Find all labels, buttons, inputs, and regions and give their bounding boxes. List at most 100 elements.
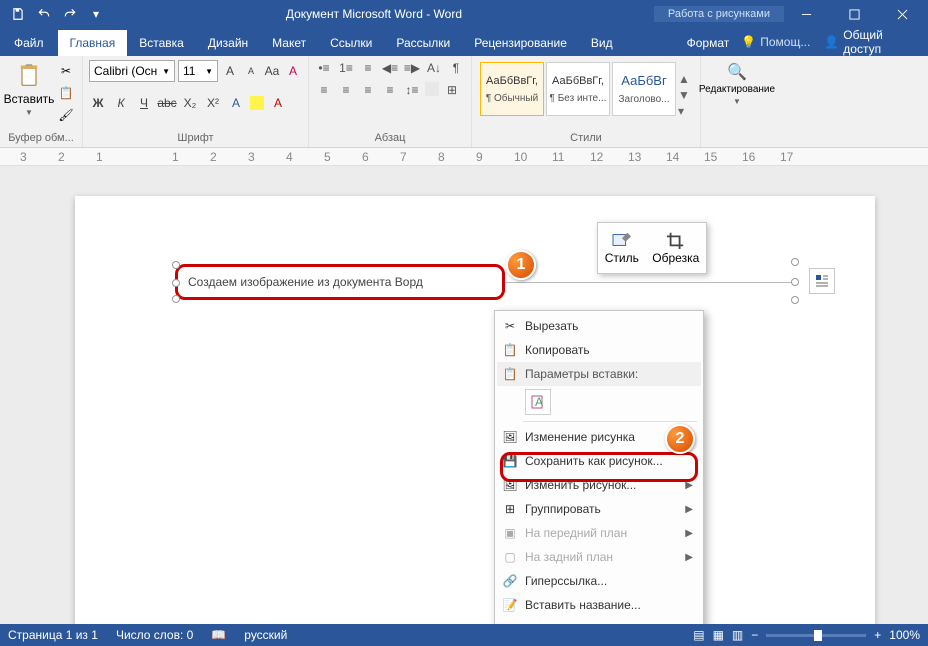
ctx-send-back: ▢На задний план▶ — [497, 545, 701, 569]
align-left-icon[interactable]: ≡ — [315, 82, 333, 98]
font-size-combo[interactable]: 11▼ — [178, 60, 218, 82]
zoom-thumb[interactable] — [814, 630, 822, 641]
layout-options-icon[interactable] — [809, 268, 835, 294]
status-words[interactable]: Число слов: 0 — [116, 628, 193, 642]
zoom-in-icon[interactable]: + — [874, 628, 881, 642]
subscript-button[interactable]: X₂ — [181, 94, 199, 112]
copy-icon[interactable]: 📋 — [56, 84, 76, 102]
style-nospacing[interactable]: АаБбВвГг, ¶ Без инте... — [546, 62, 610, 116]
resize-handle[interactable] — [172, 279, 180, 287]
font-color-icon[interactable]: A — [269, 94, 287, 112]
font-name-combo[interactable]: Calibri (Осн▼ — [89, 60, 175, 82]
minimize-icon[interactable] — [784, 0, 828, 28]
ctx-copy[interactable]: 📋Копировать — [497, 338, 701, 362]
document-workspace[interactable]: Создаем изображение из документа Ворд — [0, 166, 928, 624]
superscript-button[interactable]: X² — [204, 94, 222, 112]
ctx-cut[interactable]: ✂Вырезать — [497, 314, 701, 338]
tab-view[interactable]: Вид — [579, 30, 625, 56]
resize-handle[interactable] — [791, 296, 799, 304]
selected-textbox[interactable]: Создаем изображение из документа Ворд — [175, 264, 505, 300]
style-normal[interactable]: АаБбВвГг, ¶ Обычный — [480, 62, 544, 116]
tab-references[interactable]: Ссылки — [318, 30, 384, 56]
strike-button[interactable]: abc — [158, 94, 176, 112]
bold-button[interactable]: Ж — [89, 94, 107, 112]
ctx-hyperlink[interactable]: 🔗Гиперссылка... — [497, 569, 701, 593]
underline-button[interactable]: Ч — [135, 94, 153, 112]
chevron-right-icon: ▶ — [685, 552, 693, 563]
change-case-icon[interactable]: Aa — [263, 62, 281, 80]
zoom-value[interactable]: 100% — [889, 628, 920, 642]
crop-button[interactable]: Обрезка — [652, 231, 699, 265]
format-painter-icon[interactable]: 🖌 — [56, 106, 76, 124]
ctx-save-as-picture[interactable]: 💾Сохранить как рисунок... — [497, 449, 701, 473]
align-right-icon[interactable]: ≡ — [359, 82, 377, 98]
qat-dropdown-icon[interactable]: ▾ — [86, 4, 106, 24]
clear-formatting-icon[interactable]: A — [284, 62, 302, 80]
zoom-slider[interactable] — [766, 634, 866, 637]
view-print-icon[interactable]: ▦ — [713, 628, 724, 642]
ctx-insert-caption[interactable]: 📝Вставить название... — [497, 593, 701, 617]
save-icon[interactable] — [8, 4, 28, 24]
justify-icon[interactable]: ≡ — [381, 82, 399, 98]
text-effects-icon[interactable]: A — [227, 94, 245, 112]
close-icon[interactable] — [880, 0, 924, 28]
status-page[interactable]: Страница 1 из 1 — [8, 628, 98, 642]
tab-file[interactable]: Файл — [0, 30, 58, 56]
zoom-out-icon[interactable]: − — [751, 628, 758, 642]
increase-indent-icon[interactable]: ≡▶ — [403, 60, 421, 76]
share-button[interactable]: 👤Общий доступ — [824, 28, 914, 56]
bullets-icon[interactable]: •≡ — [315, 60, 333, 76]
highlight-color-icon[interactable] — [250, 96, 264, 110]
sort-icon[interactable]: A↓ — [425, 60, 443, 76]
ctx-group[interactable]: ⊞Группировать▶ — [497, 497, 701, 521]
styles-up-icon[interactable]: ▲ — [678, 72, 692, 86]
line-spacing-icon[interactable]: ↕≡ — [403, 82, 421, 98]
bring-front-icon: ▣ — [502, 525, 518, 541]
resize-handle[interactable] — [172, 295, 180, 303]
ruler-horizontal[interactable]: 3211234567891011121314151617 — [0, 148, 928, 166]
tell-me-search[interactable]: 💡Помощ... — [741, 35, 810, 49]
tab-layout[interactable]: Макет — [260, 30, 318, 56]
chevron-right-icon: ▶ — [685, 528, 693, 539]
styles-down-icon[interactable]: ▼ — [678, 88, 692, 102]
status-language[interactable]: русский — [244, 628, 287, 642]
tab-mailings[interactable]: Рассылки — [384, 30, 462, 56]
style-button[interactable]: Стиль — [605, 231, 639, 265]
align-center-icon[interactable]: ≡ — [337, 82, 355, 98]
page[interactable]: Создаем изображение из документа Ворд — [75, 196, 875, 624]
image-edit-icon: 🖼 — [502, 429, 518, 445]
resize-handle[interactable] — [791, 278, 799, 286]
send-back-icon: ▢ — [502, 549, 518, 565]
editing-dropdown[interactable]: 🔍 Редактирование ▼ — [707, 60, 767, 130]
numbering-icon[interactable]: 1≡ — [337, 60, 355, 76]
style-heading[interactable]: АаБбВг Заголово... — [612, 62, 676, 116]
undo-icon[interactable] — [34, 4, 54, 24]
paste-button[interactable]: Вставить ▼ — [6, 60, 52, 130]
paste-keep-source-icon[interactable]: A — [525, 389, 551, 415]
view-web-icon[interactable]: ▥ — [732, 628, 743, 642]
resize-handle[interactable] — [791, 258, 799, 266]
spellcheck-icon[interactable]: 📖 — [211, 628, 226, 642]
decrease-indent-icon[interactable]: ◀≡ — [381, 60, 399, 76]
borders-icon[interactable]: ⊞ — [443, 82, 461, 98]
show-marks-icon[interactable]: ¶ — [447, 60, 465, 76]
tab-format[interactable]: Формат — [675, 30, 742, 56]
tab-review[interactable]: Рецензирование — [462, 30, 579, 56]
tab-home[interactable]: Главная — [58, 30, 128, 56]
resize-handle[interactable] — [172, 261, 180, 269]
maximize-icon[interactable] — [832, 0, 876, 28]
shrink-font-icon[interactable]: A — [242, 62, 260, 80]
multilevel-icon[interactable]: ≡ — [359, 60, 377, 76]
svg-text:A: A — [535, 395, 543, 409]
cut-icon[interactable]: ✂ — [56, 62, 76, 80]
grow-font-icon[interactable]: A — [221, 62, 239, 80]
textbox-content: Создаем изображение из документа Ворд — [188, 275, 423, 289]
view-read-icon[interactable]: ▤ — [693, 628, 704, 642]
italic-button[interactable]: К — [112, 94, 130, 112]
shading-icon[interactable] — [425, 82, 439, 96]
tab-design[interactable]: Дизайн — [196, 30, 260, 56]
styles-more-icon[interactable]: ▾ — [678, 104, 692, 118]
tab-insert[interactable]: Вставка — [127, 30, 196, 56]
ctx-change-picture[interactable]: 🖼Изменить рисунок...▶ — [497, 473, 701, 497]
redo-icon[interactable] — [60, 4, 80, 24]
